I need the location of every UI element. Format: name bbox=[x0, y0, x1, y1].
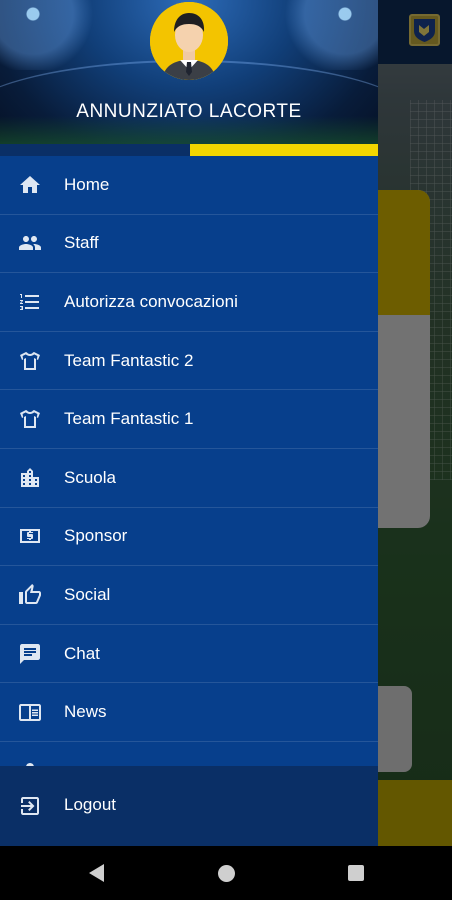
home-button[interactable] bbox=[196, 846, 256, 900]
menu-item-social[interactable]: Social bbox=[0, 566, 378, 625]
back-button[interactable] bbox=[66, 846, 126, 900]
menu-item-label: Team Fantastic 1 bbox=[64, 409, 194, 429]
drawer-menu: Home Staff Autorizza convocazioni Team F… bbox=[0, 156, 378, 801]
menu-item-team-fantastic-2[interactable]: Team Fantastic 2 bbox=[0, 332, 378, 391]
menu-item-label: Chat bbox=[64, 643, 100, 663]
stadium-lights-right bbox=[268, 0, 378, 70]
logout-button[interactable]: Logout bbox=[0, 766, 378, 846]
menu-item-label: Home bbox=[64, 174, 110, 194]
menu-item-staff[interactable]: Staff bbox=[0, 215, 378, 274]
header-bar-dark bbox=[0, 144, 190, 156]
shirt-icon bbox=[18, 349, 42, 373]
header-bar-accent bbox=[190, 144, 378, 156]
money-icon bbox=[18, 524, 42, 548]
user-name: ANNUNZIATO LACORTE bbox=[76, 101, 302, 122]
menu-item-label: Sponsor bbox=[64, 526, 128, 546]
menu-item-label: Social bbox=[64, 584, 111, 604]
home-circle-icon bbox=[217, 864, 235, 882]
news-icon bbox=[18, 700, 42, 724]
navigation-drawer: ANNUNZIATO LACORTE Home Staff Autorizza … bbox=[0, 0, 378, 846]
home-icon bbox=[18, 173, 42, 197]
thumb-up-icon bbox=[18, 583, 42, 607]
shirt-icon bbox=[18, 407, 42, 431]
menu-item-home[interactable]: Home bbox=[0, 156, 378, 215]
menu-item-news[interactable]: News bbox=[0, 683, 378, 742]
recents-icon bbox=[348, 865, 364, 881]
chat-icon bbox=[18, 642, 42, 666]
menu-item-team-fantastic-1[interactable]: Team Fantastic 1 bbox=[0, 390, 378, 449]
menu-item-label: Scuola bbox=[64, 467, 116, 487]
menu-item-autorizza-convocazioni[interactable]: Autorizza convocazioni bbox=[0, 273, 378, 332]
list-icon bbox=[18, 290, 42, 314]
menu-item-label: Team Fantastic 2 bbox=[64, 350, 194, 370]
system-navigation-bar bbox=[0, 846, 452, 900]
menu-item-sponsor[interactable]: Sponsor bbox=[0, 508, 378, 567]
drawer-header: ANNUNZIATO LACORTE bbox=[0, 0, 378, 156]
menu-item-label: News bbox=[64, 702, 107, 722]
stadium-lights-left bbox=[0, 0, 110, 70]
back-icon bbox=[88, 864, 104, 882]
logout-label: Logout bbox=[64, 795, 116, 814]
menu-item-scuola[interactable]: Scuola bbox=[0, 449, 378, 508]
recents-button[interactable] bbox=[326, 846, 386, 900]
people-icon bbox=[18, 231, 42, 255]
building-icon bbox=[18, 466, 42, 490]
menu-item-label: Autorizza convocazioni bbox=[64, 291, 238, 311]
menu-item-label: Staff bbox=[64, 233, 99, 253]
logout-icon bbox=[18, 794, 42, 818]
avatar[interactable] bbox=[150, 2, 228, 80]
menu-item-chat[interactable]: Chat bbox=[0, 625, 378, 684]
